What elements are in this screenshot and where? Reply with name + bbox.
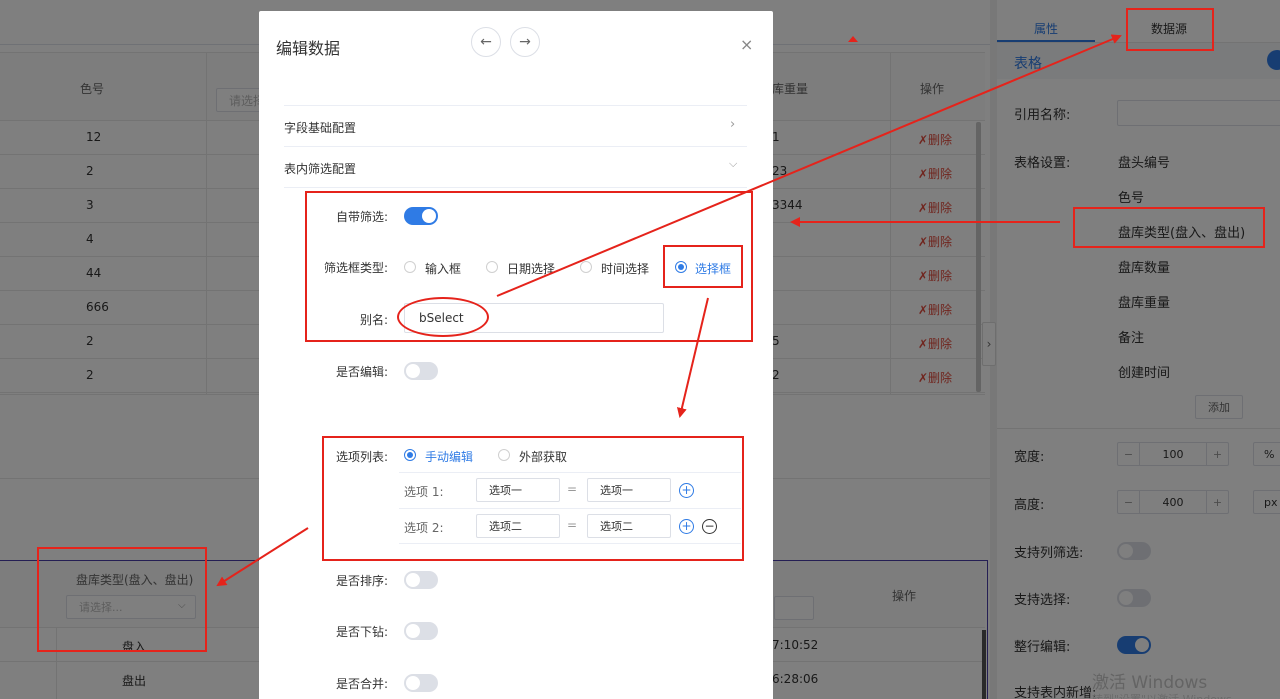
annotation-arrows [216,34,1122,587]
